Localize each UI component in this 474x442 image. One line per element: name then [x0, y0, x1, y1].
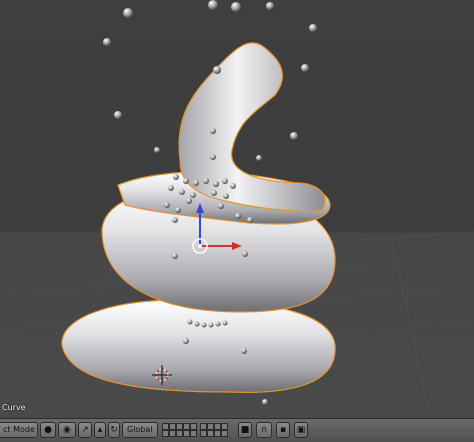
- layer-button[interactable]: [207, 430, 214, 437]
- snap-target-icon: ▪: [279, 425, 287, 435]
- layer-button[interactable]: [190, 423, 197, 430]
- snap-button[interactable]: ∩: [256, 422, 272, 438]
- viewport-shading-icon: ●: [44, 425, 52, 435]
- lock-layers-button[interactable]: ■: [238, 422, 252, 438]
- render-preview-button[interactable]: ▣: [294, 422, 308, 438]
- pivot-icon: ◉: [63, 425, 71, 435]
- magnet-icon: ∩: [260, 425, 268, 435]
- 3d-view-header: ct Mode ● ◉ ↗ ▴ ↻ Global ■ ∩ ▪ ▣: [0, 418, 474, 442]
- layer-button[interactable]: [214, 423, 221, 430]
- active-object-label: Curve: [2, 403, 26, 412]
- layer-button[interactable]: [183, 430, 190, 437]
- layer-button[interactable]: [176, 430, 183, 437]
- layer-button[interactable]: [200, 430, 207, 437]
- layer-button[interactable]: [190, 430, 197, 437]
- mode-selector-label: ct Mode: [3, 425, 35, 434]
- layer-button[interactable]: [221, 423, 228, 430]
- layer-button[interactable]: [162, 430, 169, 437]
- translate-toggle[interactable]: ▴: [94, 422, 106, 438]
- layer-button[interactable]: [169, 423, 176, 430]
- rotate-toggle[interactable]: ↻: [108, 422, 120, 438]
- 3d-viewport[interactable]: Curve: [0, 0, 474, 418]
- viewport-shading-button[interactable]: ●: [40, 422, 56, 438]
- viewport-canvas[interactable]: [0, 0, 474, 418]
- layer-button[interactable]: [183, 423, 190, 430]
- snap-target-button[interactable]: ▪: [276, 422, 290, 438]
- render-icon: ▣: [296, 425, 306, 435]
- orientation-selector[interactable]: Global: [122, 422, 158, 438]
- layer-button[interactable]: [169, 430, 176, 437]
- layer-button[interactable]: [200, 423, 207, 430]
- orientation-label: Global: [127, 425, 153, 434]
- mode-selector[interactable]: ct Mode: [0, 422, 38, 438]
- manipulator-icon: ↗: [81, 425, 89, 435]
- arrow-icon: ▴: [97, 425, 103, 435]
- rotate-icon: ↻: [110, 425, 118, 435]
- pivot-point-button[interactable]: ◉: [58, 422, 76, 438]
- layer-button[interactable]: [207, 423, 214, 430]
- layer-button[interactable]: [221, 430, 228, 437]
- lock-icon: ■: [240, 425, 250, 435]
- layer-button[interactable]: [176, 423, 183, 430]
- layer-button[interactable]: [162, 423, 169, 430]
- manipulator-toggle[interactable]: ↗: [78, 422, 92, 438]
- layers-panel: [162, 422, 232, 438]
- tube-coil-bottom: [61, 299, 336, 393]
- layer-button[interactable]: [214, 430, 221, 437]
